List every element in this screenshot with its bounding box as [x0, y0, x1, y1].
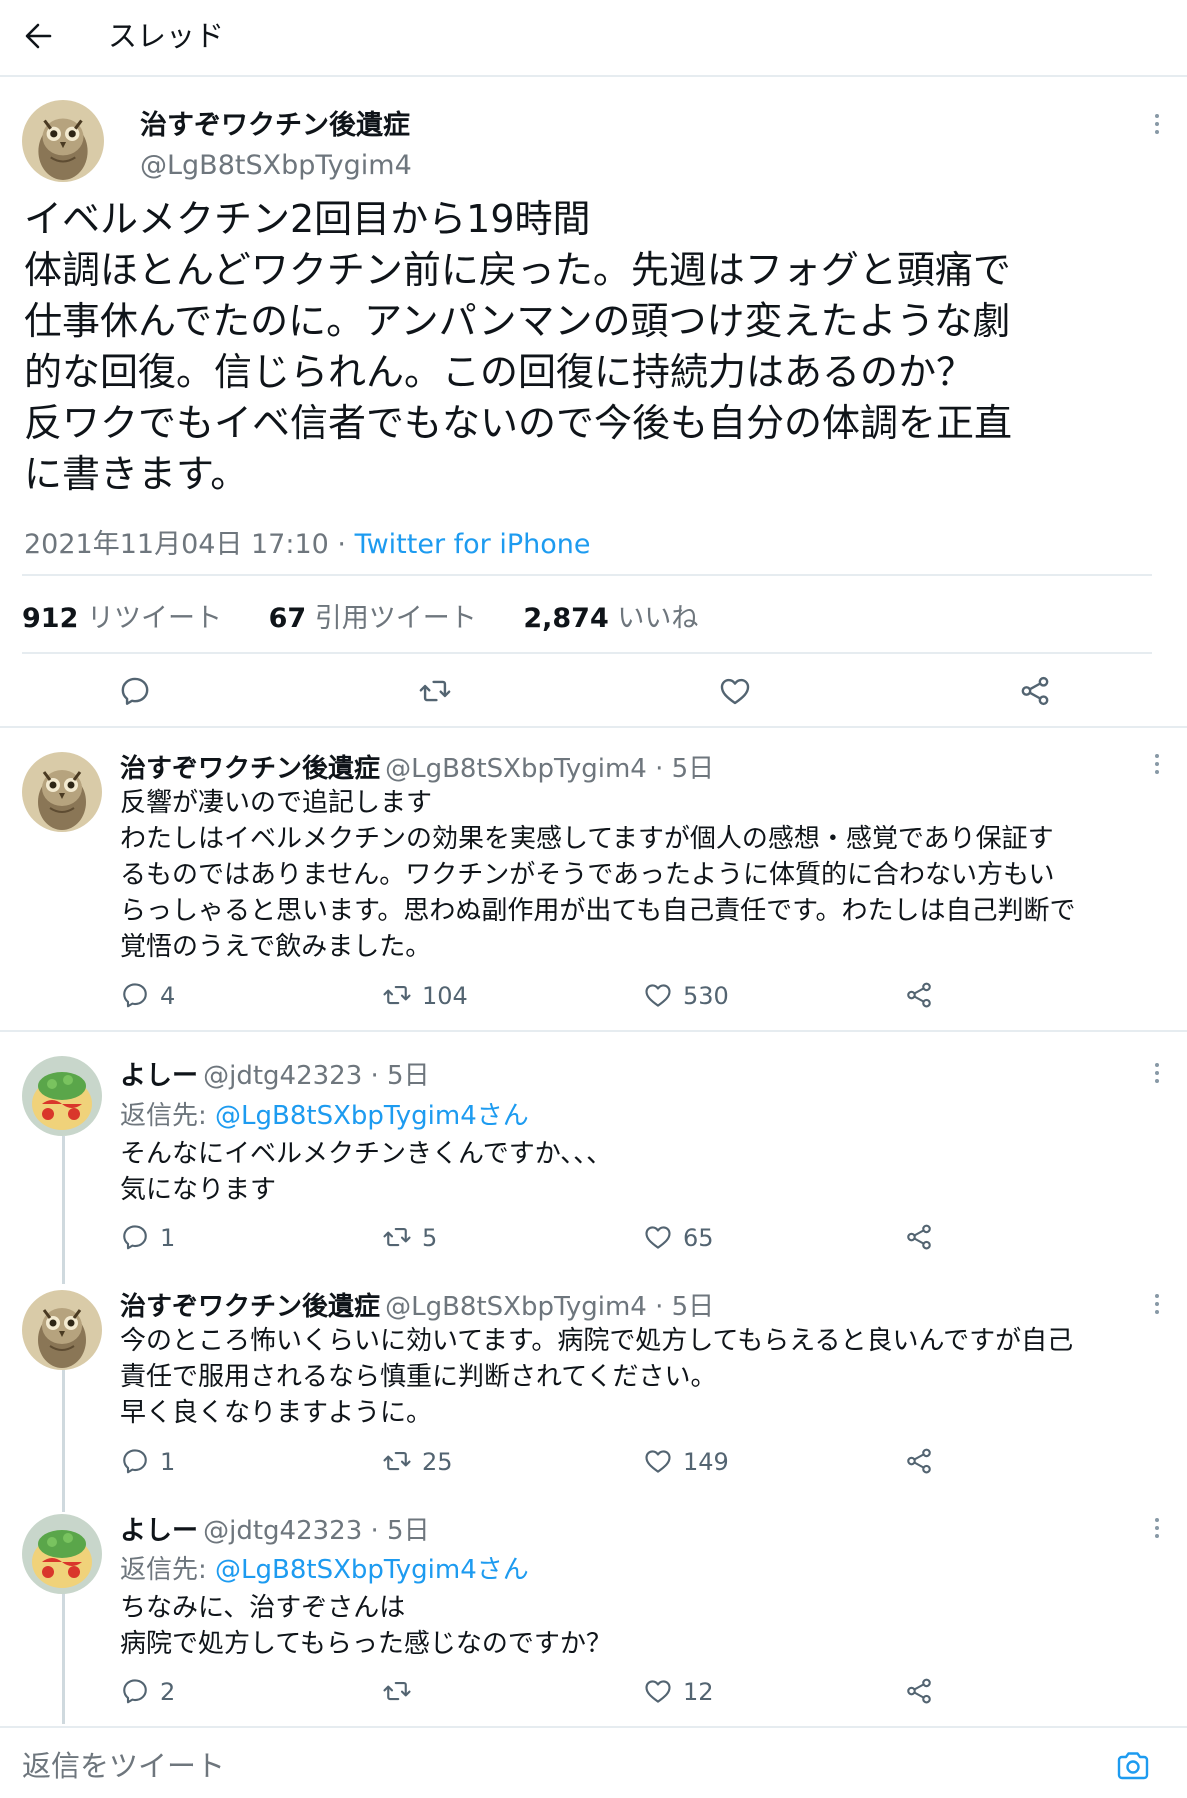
quotes-count: 67	[268, 603, 307, 634]
owl-avatar-image	[22, 752, 102, 832]
likes-count: 2,874	[523, 603, 609, 634]
tweet-source[interactable]: Twitter for iPhone	[355, 529, 591, 560]
reply-header: 治すぞワクチン後遺症 @LgB8tSXbpTygim4 · 5日	[120, 748, 714, 785]
handle-and-time: @jdtg42323 · 5日	[203, 1061, 430, 1091]
retweet-icon[interactable]	[382, 1676, 412, 1706]
more-vertical-icon[interactable]	[1152, 1292, 1162, 1316]
reply-icon[interactable]	[120, 1676, 150, 1706]
author-name[interactable]: 治すぞワクチン後遺症	[120, 1292, 380, 1322]
tweet-meta: 2021年11月04日 17:10 · Twitter for iPhone	[24, 522, 591, 561]
tweet-timestamp[interactable]: 2021年11月04日 17:10	[24, 529, 329, 560]
page-title: スレッド	[108, 19, 225, 53]
reply-text: 今のところ怖いくらいに効いてます。病院で処方してもらえると良いんですが自己 責任…	[120, 1326, 1074, 1428]
retweet-icon[interactable]	[382, 980, 412, 1010]
handle-and-time: @LgB8tSXbpTygim4 · 5日	[385, 754, 715, 784]
retweet-count: 25	[422, 1448, 453, 1476]
reply-input[interactable]: 返信をツイート	[22, 1744, 225, 1788]
like-count: 12	[683, 1678, 714, 1706]
retweet-icon[interactable]	[382, 1446, 412, 1476]
author-name[interactable]: よしー	[120, 1061, 198, 1091]
engagement-stats: 912 リツイート 67 引用ツイート 2,874 いいね	[22, 596, 1152, 635]
retweets-stat[interactable]: 912 リツイート	[22, 603, 222, 634]
heart-icon[interactable]	[718, 674, 752, 708]
reply-header: よしー @jdtg42323 · 5日	[120, 1510, 430, 1547]
reply-text: ちなみに、治すぞさんは 病院で処方してもらった感じなのですか？	[120, 1593, 612, 1659]
like-count: 149	[683, 1448, 729, 1476]
avatar[interactable]	[22, 1290, 102, 1370]
reply-to-handle[interactable]: @LgB8tSXbpTygim4さん	[215, 1101, 529, 1131]
reply-icon[interactable]	[120, 1222, 150, 1252]
reply-count: 1	[160, 1224, 176, 1252]
share-icon[interactable]	[904, 1446, 934, 1476]
reply-header: 治すぞワクチン後遺症 @LgB8tSXbpTygim4 · 5日	[120, 1286, 714, 1323]
heart-icon[interactable]	[643, 980, 673, 1010]
heart-icon[interactable]	[643, 1446, 673, 1476]
food-avatar-image	[22, 1514, 102, 1594]
owl-avatar-image	[22, 100, 104, 182]
back-button[interactable]	[22, 14, 58, 58]
thread-line	[62, 1136, 65, 1284]
meta-divider	[22, 574, 1152, 576]
avatar[interactable]	[22, 752, 102, 832]
reply-header: よしー @jdtg42323 · 5日	[120, 1055, 430, 1092]
thread-line	[62, 1360, 65, 1512]
reply-icon[interactable]	[120, 1446, 150, 1476]
main-tweet-divider	[0, 726, 1187, 728]
share-icon[interactable]	[904, 1222, 934, 1252]
reply-count: 1	[160, 1448, 176, 1476]
reply-divider	[0, 1030, 1187, 1032]
camera-icon[interactable]	[1116, 1750, 1150, 1782]
tweet-text: イベルメクチン2回目から19時間 体調ほとんどワクチン前に戻った。先週はフォグと…	[24, 197, 1013, 496]
share-icon[interactable]	[904, 980, 934, 1010]
like-count: 530	[683, 982, 729, 1010]
heart-icon[interactable]	[643, 1222, 673, 1252]
retweets-count: 912	[22, 603, 79, 634]
heart-icon[interactable]	[643, 1676, 673, 1706]
author-handle[interactable]: @LgB8tSXbpTygim4	[140, 150, 412, 181]
reply-icon[interactable]	[120, 980, 150, 1010]
like-count: 65	[683, 1224, 714, 1252]
avatar[interactable]	[22, 100, 104, 182]
quotes-label: 引用ツイート	[314, 603, 477, 634]
avatar[interactable]	[22, 1514, 102, 1594]
author-name[interactable]: 治すぞワクチン後遺症	[120, 754, 380, 784]
reply-text: 反響が凄いので追記します わたしはイベルメクチンの効果を実感してますが個人の感想…	[120, 788, 1076, 962]
stats-divider	[22, 652, 1152, 654]
retweet-count: 5	[422, 1224, 438, 1252]
reply-icon[interactable]	[118, 674, 152, 708]
handle-and-time: @jdtg42323 · 5日	[203, 1516, 430, 1546]
likes-stat[interactable]: 2,874 いいね	[523, 603, 698, 634]
author-name[interactable]: よしー	[120, 1516, 198, 1546]
more-vertical-icon[interactable]	[1152, 1061, 1162, 1085]
arrow-left-icon	[25, 23, 52, 49]
retweets-label: リツイート	[86, 603, 222, 634]
reply-text: そんなにイベルメクチンきくんですか、、、 気になります	[120, 1139, 613, 1205]
meta-separator: ·	[328, 529, 355, 560]
avatar[interactable]	[22, 1056, 102, 1136]
composer-divider	[0, 1726, 1187, 1728]
more-vertical-icon[interactable]	[1152, 752, 1162, 776]
owl-avatar-image	[22, 1290, 102, 1370]
likes-label: いいね	[617, 603, 699, 634]
share-icon[interactable]	[904, 1676, 934, 1706]
retweet-icon[interactable]	[382, 1222, 412, 1252]
quotes-stat[interactable]: 67 引用ツイート	[269, 603, 477, 634]
retweet-count: 104	[422, 982, 468, 1010]
author-name[interactable]: 治すぞワクチン後遺症	[140, 103, 410, 142]
header-divider	[0, 75, 1187, 77]
more-vertical-icon[interactable]	[1152, 112, 1162, 136]
reply-count: 4	[160, 982, 176, 1010]
reply-to-handle[interactable]: @LgB8tSXbpTygim4さん	[215, 1555, 529, 1585]
reply-to-prefix: 返信先:	[120, 1101, 216, 1131]
share-icon[interactable]	[1018, 674, 1052, 708]
food-avatar-image	[22, 1056, 102, 1136]
reply-count: 2	[160, 1678, 176, 1706]
more-vertical-icon[interactable]	[1152, 1516, 1162, 1540]
retweet-icon[interactable]	[418, 674, 452, 708]
reply-to-prefix: 返信先:	[120, 1555, 216, 1585]
handle-and-time: @LgB8tSXbpTygim4 · 5日	[385, 1292, 715, 1322]
reply-to-line: 返信先: @LgB8tSXbpTygim4さん	[120, 1549, 529, 1586]
thread-line	[62, 1590, 65, 1724]
reply-to-line: 返信先: @LgB8tSXbpTygim4さん	[120, 1095, 529, 1132]
